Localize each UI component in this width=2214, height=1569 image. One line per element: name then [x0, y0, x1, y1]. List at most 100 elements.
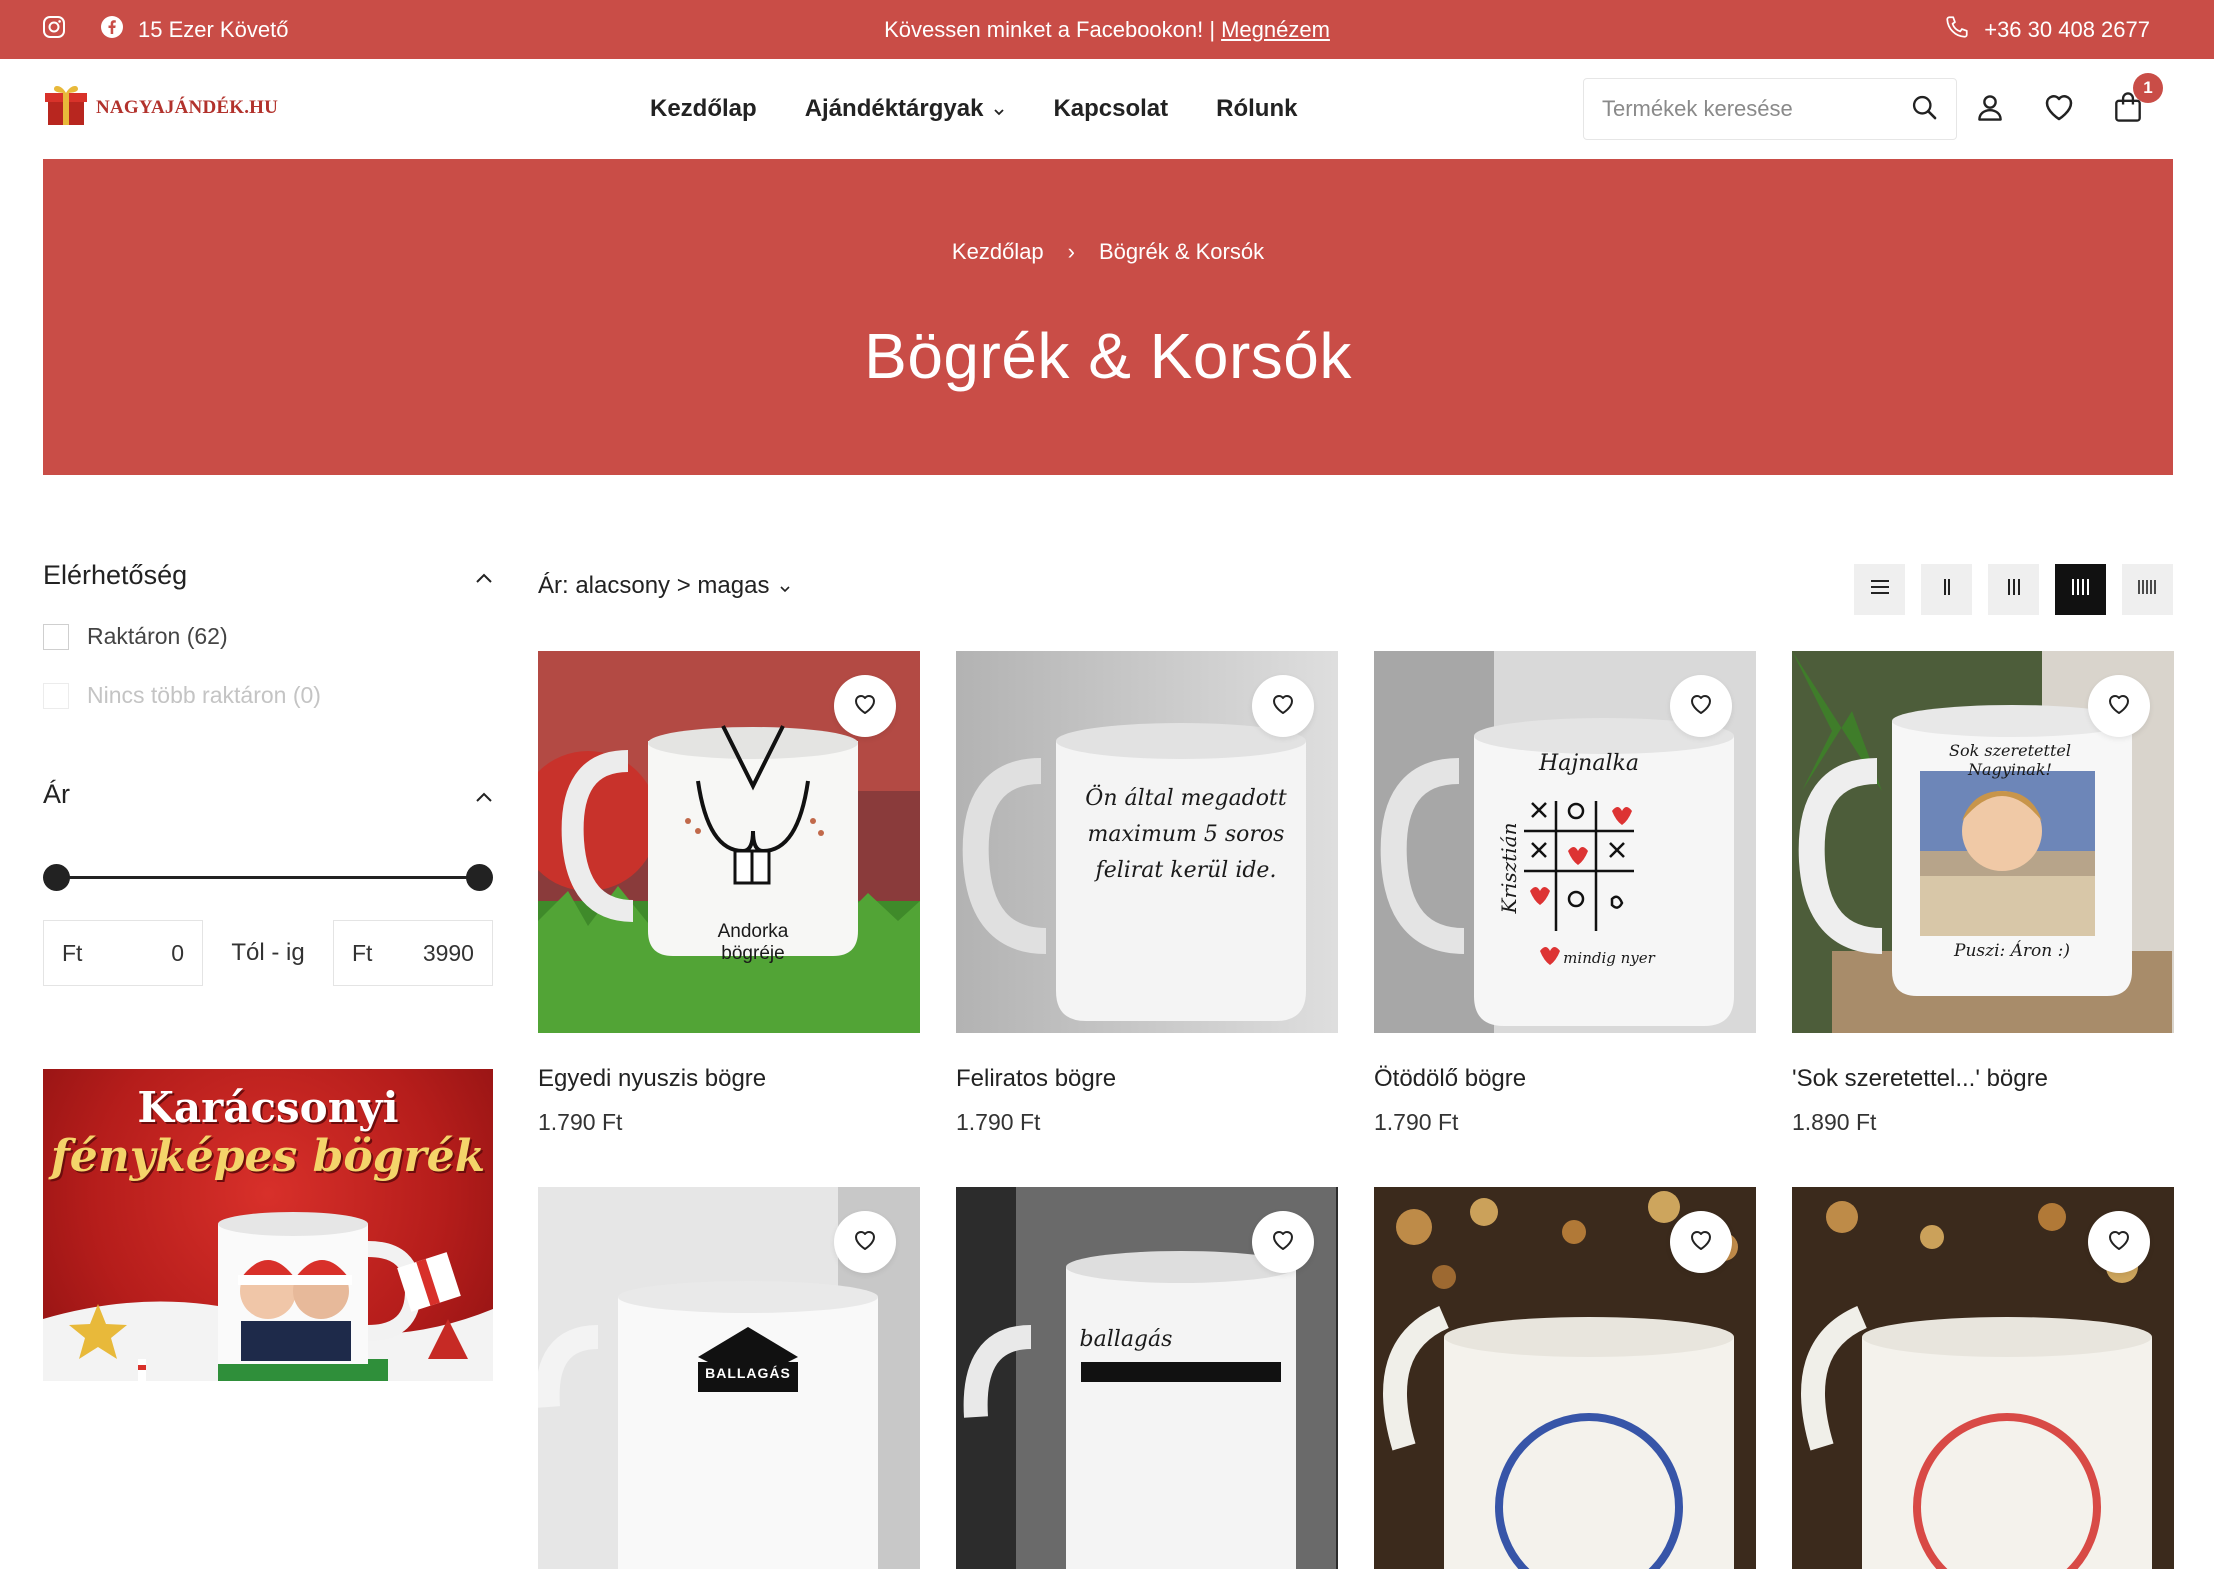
breadcrumb-home[interactable]: Kezdőlap [952, 239, 1044, 265]
nav-item-home[interactable]: Kezdőlap [650, 95, 757, 123]
category-hero: Kezdőlap › Bögrék & Korsók Bögrék & Kors… [43, 159, 2173, 475]
grid-5-button[interactable] [2122, 564, 2173, 615]
list-view-icon [1870, 579, 1890, 600]
facebook-promo: Kövessen minket a Facebookon! | Megnézem [0, 0, 2214, 59]
price-range-slider[interactable] [43, 862, 493, 892]
product-price: 1.890 Ft [1792, 1109, 1877, 1135]
nav-item-gifts[interactable]: Ajándéktárgyak [805, 95, 1006, 123]
product-name[interactable]: Egyedi nyuszis bögre [538, 1065, 920, 1093]
sort-dropdown[interactable]: Ár: alacsony > magas [538, 572, 791, 600]
mug-print-top: Sok szeretettel Nagyinak! [1949, 741, 2071, 779]
nav-item-about[interactable]: Rólunk [1216, 95, 1297, 123]
price-min-field[interactable]: Ft 0 [43, 920, 203, 986]
product-image[interactable] [1374, 1187, 1756, 1569]
wishlist-button[interactable] [1252, 675, 1314, 737]
wishlist-button[interactable] [834, 675, 896, 737]
breadcrumb: Kezdőlap › Bögrék & Korsók [43, 239, 2173, 265]
product-image[interactable]: Hajnalka Krisztián mindig nyer [1374, 651, 1756, 1033]
out-of-stock-checkbox[interactable]: Nincs több raktáron (0) [43, 682, 493, 709]
list-view-button[interactable] [1854, 564, 1905, 615]
christmas-mug-banner[interactable]: Karácsonyi fényképes bögrék [43, 1069, 493, 1381]
mug-print-text: BALLAGÁS [705, 1365, 791, 1381]
site-logo[interactable]: NAGYAJÁNDÉK.HU [42, 81, 278, 134]
phone-contact[interactable]: +36 30 408 2677 [1944, 0, 2150, 59]
wishlist-button[interactable] [834, 1211, 896, 1273]
slider-track [57, 876, 479, 879]
promo-link[interactable]: Megnézem [1221, 17, 1330, 43]
checkbox-square [43, 682, 69, 709]
grid-3-icon [2004, 578, 2024, 601]
in-stock-label: Raktáron (62) [87, 623, 228, 649]
grid-3-button[interactable] [1988, 564, 2039, 615]
chevron-up-icon [475, 779, 493, 810]
product-card[interactable] [1792, 1187, 2174, 1569]
product-image[interactable]: Ön által megadott maximum 5 soros felira… [956, 651, 1338, 1033]
chevron-down-icon [993, 95, 1005, 123]
search-input[interactable] [1602, 96, 1910, 122]
availability-filter-header[interactable]: Elérhetőség [43, 560, 493, 591]
mug-print-text: Andorka bögréje [717, 921, 789, 964]
in-stock-checkbox[interactable]: Raktáron (62) [43, 623, 493, 650]
product-card[interactable]: Ön által megadott maximum 5 soros felira… [956, 651, 1338, 1136]
product-image[interactable]: ballagás [956, 1187, 1338, 1569]
product-image[interactable]: Andorka bögréje [538, 651, 920, 1033]
heart-icon [1689, 1229, 1713, 1256]
mug-print-text: Ön által megadott maximum 5 soros felira… [1085, 786, 1287, 883]
wishlist-button[interactable] [1670, 1211, 1732, 1273]
mug-print-title: Hajnalka [1539, 751, 1639, 776]
shopping-bag-icon [2113, 91, 2143, 127]
product-card[interactable] [1374, 1187, 1756, 1569]
wishlist-button[interactable] [2088, 675, 2150, 737]
price-min-value: 0 [171, 939, 184, 966]
facebook-followers-link[interactable]: 15 Ezer Követő [100, 15, 288, 45]
instagram-icon[interactable] [42, 15, 66, 45]
product-card[interactable]: BALLAGÁS [538, 1187, 920, 1569]
product-price: 1.790 Ft [1374, 1109, 1459, 1135]
chevron-up-icon [475, 560, 493, 591]
banner-line-2: fényképes bögrék [50, 1131, 486, 1182]
main-nav: Kezdőlap Ajándéktárgyak Kapcsolat Rólunk [650, 59, 1297, 159]
header-actions: 1 [1975, 72, 2163, 140]
wishlist-button[interactable] [2088, 1211, 2150, 1273]
price-inputs: Ft 0 Tól - ig Ft 3990 [43, 920, 493, 986]
product-card[interactable]: Andorka bögréje Egyedi nyuszis bögre 1.7… [538, 651, 920, 1136]
product-name[interactable]: Ötödölő bögre [1374, 1065, 1756, 1093]
banner-line-1: Karácsonyi [137, 1083, 399, 1132]
product-image[interactable]: BALLAGÁS [538, 1187, 920, 1569]
account-icon[interactable] [1975, 92, 2005, 127]
heart-icon [1271, 693, 1295, 720]
price-filter-title: Ár [43, 779, 70, 809]
product-card[interactable]: Hajnalka Krisztián mindig nyer Ötödölő b… [1374, 651, 1756, 1136]
wishlist-button[interactable] [1252, 1211, 1314, 1273]
product-card[interactable]: Sok szeretettel Nagyinak! Puszi: Áron :)… [1792, 651, 2174, 1136]
product-image[interactable] [1792, 1187, 2174, 1569]
slider-max-handle[interactable] [466, 864, 493, 891]
availability-filter-title: Elérhetőség [43, 560, 188, 590]
grid-4-icon [2070, 578, 2092, 601]
product-name[interactable]: Feliratos bögre [956, 1065, 1338, 1093]
slider-min-handle[interactable] [43, 864, 70, 891]
out-of-stock-label: Nincs több raktáron (0) [87, 682, 321, 708]
search-icon[interactable] [1910, 93, 1938, 126]
product-image[interactable]: Sok szeretettel Nagyinak! Puszi: Áron :) [1792, 651, 2174, 1033]
phone-icon [1944, 14, 1970, 46]
sort-label: Ár: alacsony > magas [538, 572, 770, 599]
currency-label: Ft [351, 939, 373, 966]
nav-item-contact[interactable]: Kapcsolat [1053, 95, 1168, 123]
price-max-field[interactable]: Ft 3990 [332, 920, 493, 986]
product-card[interactable]: ballagás [956, 1187, 1338, 1569]
product-price: 1.790 Ft [956, 1109, 1041, 1135]
product-price: 1.790 Ft [538, 1109, 623, 1135]
currency-label: Ft [62, 939, 83, 966]
page-title: Bögrék & Korsók [864, 320, 1352, 392]
wishlist-icon[interactable] [2043, 92, 2075, 127]
logo-text: NAGYAJÁNDÉK.HU [96, 96, 279, 118]
phone-number: +36 30 408 2677 [1984, 16, 2150, 42]
grid-4-button[interactable] [2055, 564, 2106, 615]
heart-icon [1271, 1229, 1295, 1256]
grid-2-button[interactable] [1921, 564, 1972, 615]
product-name[interactable]: 'Sok szeretettel...' bögre [1792, 1065, 2174, 1093]
wishlist-button[interactable] [1670, 675, 1732, 737]
price-filter-header[interactable]: Ár [43, 779, 493, 810]
cart-button[interactable]: 1 [2113, 72, 2163, 128]
